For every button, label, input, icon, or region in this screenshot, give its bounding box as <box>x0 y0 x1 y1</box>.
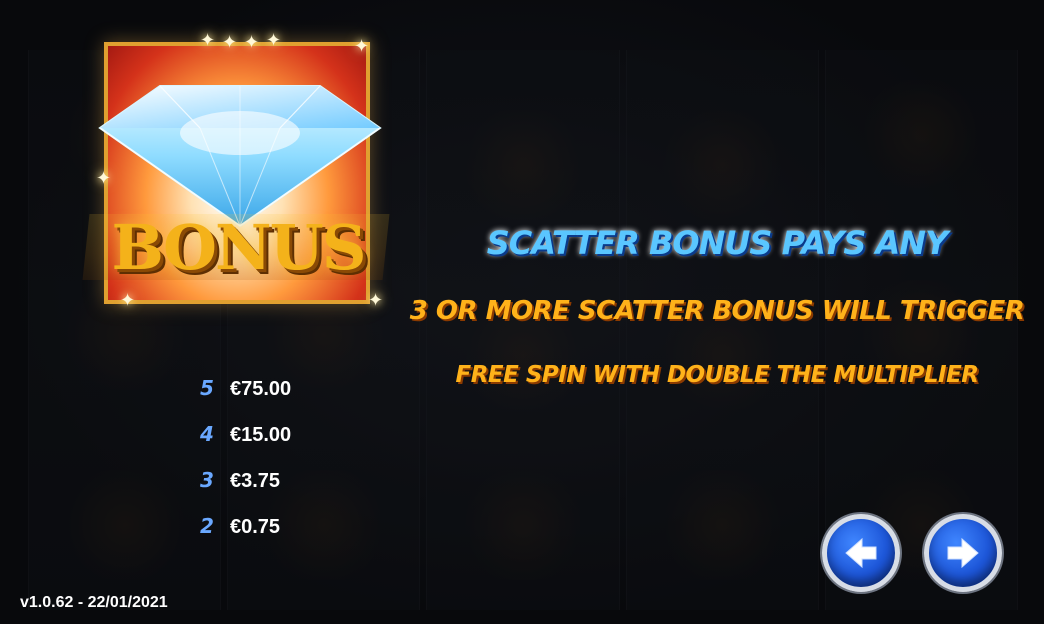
rule-line-2: 3 OR MORE SCATTER BONUS WILL TRIGGER <box>409 296 1025 326</box>
next-page-button[interactable] <box>924 514 1002 592</box>
sparkle-icon: ✦ <box>244 32 260 53</box>
faded-symbol <box>59 470 190 580</box>
reel <box>625 50 819 610</box>
faded-symbol <box>657 110 788 220</box>
pay-value: €15.00 <box>230 424 292 446</box>
pay-value: €3.75 <box>230 470 281 492</box>
rule-line-3: FREE SPIN WITH DOUBLE THE MULTIPLIER <box>455 362 980 388</box>
pay-count: 3 <box>200 468 214 492</box>
reel <box>426 50 620 610</box>
previous-page-button[interactable] <box>822 514 900 592</box>
sparkle-icon: ✦ <box>200 30 216 51</box>
faded-symbol <box>657 470 788 580</box>
arrow-left-icon <box>845 537 877 569</box>
arrow-right-icon <box>947 537 979 569</box>
pay-row: 4 €15.00 <box>200 422 291 468</box>
pay-value: €75.00 <box>230 378 292 400</box>
pay-row: 3 €3.75 <box>200 468 291 514</box>
sparkle-icon: ✦ <box>368 290 384 311</box>
pay-count: 2 <box>200 514 214 538</box>
diamond-bonus-icon <box>98 85 382 228</box>
faded-symbol <box>856 80 987 190</box>
sparkle-icon: ✦ <box>222 32 238 53</box>
faded-symbol <box>457 110 588 220</box>
pay-count: 4 <box>200 422 214 446</box>
pay-value: €0.75 <box>230 516 281 538</box>
paytable-screen: ✦ ✦ ✦ ✦ ✦ ✦ ✦ ✦ BONUS 5 €75.00 4 €15.00 … <box>0 0 1044 624</box>
sparkle-icon: ✦ <box>354 36 370 57</box>
pay-count: 5 <box>200 376 214 400</box>
pay-row: 2 €0.75 <box>200 514 291 560</box>
faded-symbol <box>457 470 588 580</box>
sparkle-icon: ✦ <box>120 290 136 311</box>
sparkle-icon: ✦ <box>266 30 282 51</box>
paytable: 5 €75.00 4 €15.00 3 €3.75 2 €0.75 <box>200 376 291 560</box>
version-label: v1.0.62 - 22/01/2021 <box>20 594 168 611</box>
pay-row: 5 €75.00 <box>200 376 291 422</box>
bonus-symbol-label: BONUS <box>111 211 366 284</box>
rule-line-1: SCATTER BONUS PAYS ANY <box>486 224 949 262</box>
